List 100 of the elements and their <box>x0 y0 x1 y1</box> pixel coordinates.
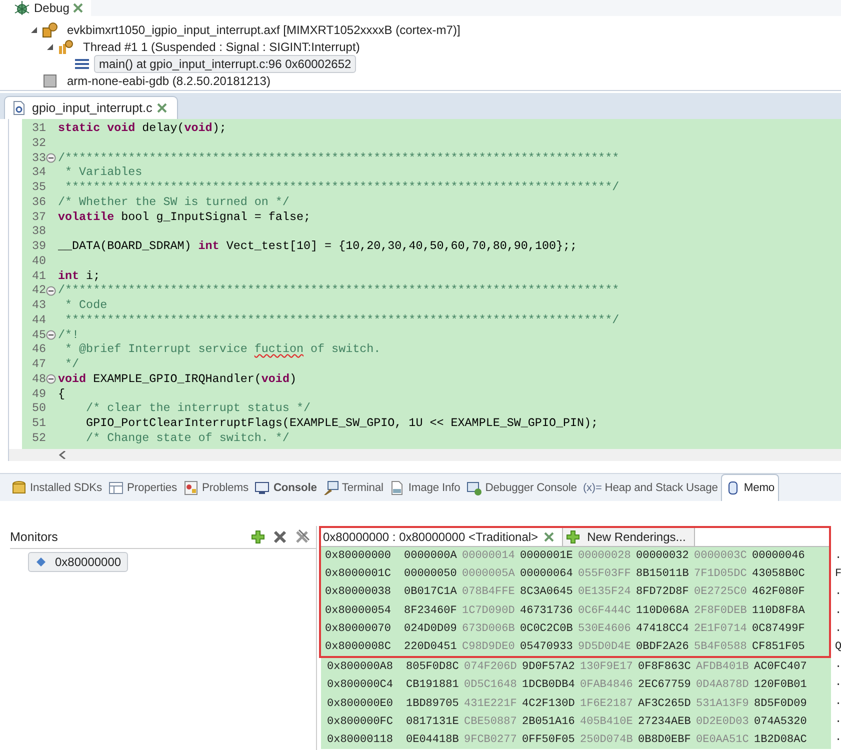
memory-ascii: F <box>835 567 841 582</box>
line-number: 32 <box>30 136 46 150</box>
line-number: 31 <box>30 121 46 136</box>
memory-word: 110D068A <box>636 604 690 619</box>
memory-word: 4C2F130D <box>522 696 576 712</box>
debug-tree-item[interactable]: main() at gpio_input_interrupt.c:96 0x60002652 <box>94 54 356 72</box>
memory-ascii: . <box>835 730 841 746</box>
memory-word: 00000014 <box>462 549 516 564</box>
terminal-icon <box>322 480 339 496</box>
view-tab[interactable]: Installed SDKs <box>8 474 105 501</box>
memory-word: 0F8F863C <box>638 660 692 676</box>
memory-word: 9D5D0D4E <box>578 640 632 655</box>
memory-word: 074F206D <box>464 660 518 676</box>
line-number: 35 <box>30 180 46 195</box>
code-line: volatile bool g_InputSignal = false; <box>57 210 310 224</box>
scroll-left-icon[interactable] <box>59 451 66 459</box>
memory-word: 673D006B <box>462 622 516 637</box>
memory-word: 05470933 <box>520 640 574 655</box>
memory-word: 2E1F0714 <box>694 622 748 637</box>
problems-icon <box>182 480 199 496</box>
collapse-icon[interactable] <box>46 286 56 296</box>
memory-word: 0E04418B <box>406 732 460 748</box>
memory-word: AF3C265D <box>638 696 692 712</box>
code-line: * @brief Interrupt service fuction of switch. <box>64 342 381 357</box>
code-line: ******************************************************************************/ <box>64 312 620 328</box>
view-tab[interactable]: (x)= Heap and Stack Usage <box>580 474 721 501</box>
memory-word: 130F9E17 <box>580 660 634 676</box>
memory-word: 8C3A0645 <box>520 585 574 600</box>
memory-address: 0x80000000 <box>324 549 392 564</box>
debug-tree-item[interactable]: evkbimxrt1050_igpio_input_interrupt.axf [MIMXRT1052xxxxB (cortex-m7)] <box>62 20 466 38</box>
memory-word: CBE50887 <box>464 714 518 730</box>
coins-icon <box>11 480 27 496</box>
memory-word: 0000005A <box>462 567 516 582</box>
line-number: 51 <box>30 416 46 431</box>
close-icon[interactable] <box>157 103 168 113</box>
memory-word: 0FAB4846 <box>580 678 634 694</box>
line-number: 49 <box>30 386 46 402</box>
expand-arrow-icon[interactable] <box>30 26 38 34</box>
add-icon <box>565 529 582 545</box>
memory-ascii: . <box>835 676 841 692</box>
memory-word: 0C6F444C <box>578 604 632 619</box>
memory-word: 110D8F8A <box>752 604 806 619</box>
binary-file-icon <box>389 480 406 496</box>
view-tab[interactable]: Properties <box>104 474 180 501</box>
view-tab[interactable]: Memo <box>720 474 779 501</box>
memory-word: 530E4606 <box>578 622 632 637</box>
memory-ascii: . <box>835 585 841 600</box>
view-tab[interactable]: Console <box>251 474 320 501</box>
memory-word: 0817131E <box>406 714 460 730</box>
rendering-tab[interactable]: 0x80000000 : 0x80000000 <Traditional> <box>321 528 564 546</box>
line-number: 47 <box>30 357 46 372</box>
code-line: __DATA(BOARD_SDRAM) int Vect_test[10] = {10,20,30,40,50,60,70,80,90,100};; <box>57 239 578 254</box>
memory-ascii: . <box>835 549 841 564</box>
line-number: 39 <box>30 239 46 254</box>
memory-word: AFDB401B <box>696 660 750 676</box>
memory-word: CB191881 <box>406 678 460 694</box>
memory-word: 8D5F0D09 <box>754 696 808 712</box>
memory-address: 0x80000038 <box>324 585 392 600</box>
collapse-icon[interactable] <box>46 330 56 340</box>
view-tab[interactable]: Terminal <box>320 474 386 501</box>
memory-word: 0E135F24 <box>578 585 632 600</box>
memory-address: 0x800000FC <box>326 714 394 730</box>
memory-word: 431E221F <box>464 696 518 712</box>
memory-word: 00000050 <box>404 567 458 582</box>
memory-word: 0000003C <box>694 549 748 564</box>
monitor-item[interactable]: 0x80000000 <box>28 552 128 572</box>
memory-word: 805F0D8C <box>406 660 460 676</box>
collapse-icon[interactable] <box>46 152 56 163</box>
memory-word: 024D0D09 <box>404 622 458 637</box>
code-line: /******************************************************************************* <box>57 283 620 298</box>
memory-word: 1BD89705 <box>406 696 460 712</box>
memory-word: 00000046 <box>752 549 806 564</box>
code-line: /******************************************************************************* <box>57 150 620 166</box>
memory-word: 1DCB0DB4 <box>522 678 576 694</box>
memory-word: 0BDF2A26 <box>636 640 690 655</box>
memory-ascii: . <box>835 712 841 728</box>
expand-arrow-icon[interactable] <box>46 42 54 50</box>
line-number: 50 <box>30 401 46 416</box>
line-number: 36 <box>30 194 46 210</box>
code-line: int i; <box>57 268 100 284</box>
debug-tree-item[interactable]: arm-none-eabi-gdb (8.2.50.20181213) <box>62 72 276 90</box>
view-tab[interactable]: Debugger Console <box>463 474 580 501</box>
code-line: */ <box>64 357 80 372</box>
memory-word: 8B15011B <box>636 567 690 582</box>
close-icon[interactable] <box>73 3 84 13</box>
memory-address: 0x8000001C <box>324 567 392 582</box>
line-number: 38 <box>30 224 46 239</box>
view-tab[interactable]: Problems <box>180 474 252 501</box>
memory-word: 27234AEB <box>638 714 692 730</box>
editor-tab[interactable]: gpio_input_interrupt.c <box>4 96 178 119</box>
memory-address: 0x800000E0 <box>326 696 394 712</box>
collapse-icon[interactable] <box>46 374 56 384</box>
memory-word: 0C87499F <box>752 622 806 637</box>
line-number: 43 <box>30 298 46 313</box>
memory-word: 47418CC4 <box>636 622 690 637</box>
close-icon[interactable] <box>544 532 554 542</box>
rendering-tab[interactable]: New Renderings... <box>563 528 695 546</box>
view-tab[interactable]: Image Info <box>386 474 464 501</box>
memory-word: 0E2725C0 <box>694 585 748 600</box>
debug-tree-item[interactable]: Thread #1 1 (Suspended : Signal : SIGINT:Interrupt) <box>78 38 365 56</box>
